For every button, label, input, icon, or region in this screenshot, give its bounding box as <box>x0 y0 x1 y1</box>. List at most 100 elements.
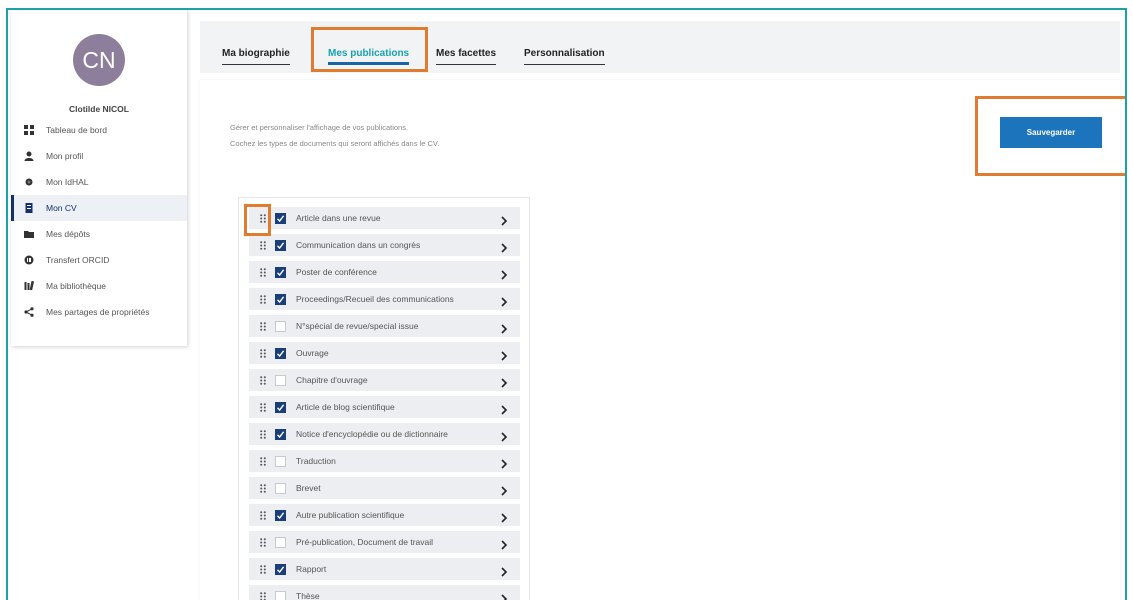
list-item[interactable]: Thèse <box>249 585 520 600</box>
sidebar-item-label: Ma bibliothèque <box>46 281 107 291</box>
drag-handle-icon[interactable] <box>258 375 268 385</box>
sidebar-item-cv[interactable]: Mon CV <box>11 195 187 221</box>
checkbox[interactable] <box>275 536 286 548</box>
sidebar-item-shares[interactable]: Mes partages de propriétés <box>11 299 187 325</box>
sidebar-item-label: Mon profil <box>46 151 84 161</box>
list-item[interactable]: Article de blog scientifique <box>249 396 520 418</box>
chevron-right-icon[interactable] <box>500 267 508 280</box>
sidebar-nav: Tableau de bord Mon profil Mon IdHAL Mon… <box>11 117 187 325</box>
chevron-right-icon[interactable] <box>500 375 508 388</box>
document-type-label: Ouvrage <box>296 348 329 358</box>
sidebar-item-label: Mon IdHAL <box>46 177 89 187</box>
sidebar-item-dashboard[interactable]: Tableau de bord <box>11 117 187 143</box>
chevron-right-icon[interactable] <box>500 402 508 415</box>
app-frame: CN Clotilde NICOL Tableau de bord Mon pr… <box>6 8 1127 600</box>
cv-icon <box>24 203 34 213</box>
chevron-right-icon[interactable] <box>500 348 508 361</box>
list-item[interactable]: Notice d'encyclopédie ou de dictionnaire <box>249 423 520 445</box>
list-item[interactable]: Poster de conférence <box>249 261 520 283</box>
sidebar: CN Clotilde NICOL Tableau de bord Mon pr… <box>11 10 187 346</box>
sidebar-item-label: Transfert ORCID <box>46 255 110 265</box>
checkbox[interactable] <box>275 482 286 494</box>
chevron-right-icon[interactable] <box>500 321 508 334</box>
drag-handle-icon[interactable] <box>258 537 268 547</box>
chevron-right-icon[interactable] <box>500 510 508 523</box>
list-item[interactable]: Pré-publication, Document de travail <box>249 531 520 553</box>
drag-handle-icon[interactable] <box>258 591 268 600</box>
checkbox[interactable] <box>275 212 286 224</box>
checkbox[interactable] <box>275 401 286 413</box>
chevron-right-icon[interactable] <box>500 483 508 496</box>
drag-handle-icon[interactable] <box>258 456 268 466</box>
checkbox[interactable] <box>275 293 286 305</box>
avatar[interactable]: CN <box>73 34 125 86</box>
list-item[interactable]: Chapitre d'ouvrage <box>249 369 520 391</box>
list-item[interactable]: N°spécial de revue/special issue <box>249 315 520 337</box>
list-item[interactable]: Autre publication scientifique <box>249 504 520 526</box>
checkbox[interactable] <box>275 563 286 575</box>
sidebar-item-deposits[interactable]: Mes dépôts <box>11 221 187 247</box>
sidebar-item-profile[interactable]: Mon profil <box>11 143 187 169</box>
checkbox[interactable] <box>275 455 286 467</box>
tab-facets[interactable]: Mes facettes <box>436 48 497 65</box>
checkbox[interactable] <box>275 320 286 332</box>
document-type-label: Pré-publication, Document de travail <box>296 537 434 547</box>
chevron-right-icon[interactable] <box>500 537 508 550</box>
chevron-right-icon[interactable] <box>500 591 508 600</box>
checkbox[interactable] <box>275 239 286 251</box>
main-content: Gérer et personnaliser l'affichage de vo… <box>200 80 1125 600</box>
drag-handle-icon[interactable] <box>258 294 268 304</box>
drag-handle-icon[interactable] <box>258 267 268 277</box>
list-item[interactable]: Rapport <box>249 558 520 580</box>
checkbox[interactable] <box>275 428 286 440</box>
sidebar-item-label: Mon CV <box>46 203 77 213</box>
sidebar-item-orcid[interactable]: Transfert ORCID <box>11 247 187 273</box>
drag-handle-icon[interactable] <box>258 348 268 358</box>
document-type-label: Notice d'encyclopédie ou de dictionnaire <box>296 429 448 439</box>
list-item[interactable]: Ouvrage <box>249 342 520 364</box>
chevron-right-icon[interactable] <box>500 240 508 253</box>
avatar-initials: CN <box>82 46 116 73</box>
drag-handle-icon[interactable] <box>258 429 268 439</box>
tab-personalization[interactable]: Personnalisation <box>524 48 605 65</box>
document-type-list: Article dans une revue Communication dans… <box>238 197 530 600</box>
drag-handle-icon[interactable] <box>258 240 268 250</box>
document-type-label: Chapitre d'ouvrage <box>296 375 368 385</box>
document-type-label: Proceedings/Recueil des communications <box>296 294 454 304</box>
intro-line: Gérer et personnaliser l'affichage de vo… <box>230 123 409 132</box>
drag-handle-icon[interactable] <box>258 564 268 574</box>
chevron-right-icon[interactable] <box>500 429 508 442</box>
tab-biography[interactable]: Ma biographie <box>222 48 290 65</box>
list-item[interactable]: Proceedings/Recueil des communications <box>249 288 520 310</box>
list-item[interactable]: Brevet <box>249 477 520 499</box>
drag-handle-icon[interactable] <box>258 321 268 331</box>
list-item[interactable]: Article dans une revue <box>249 207 520 229</box>
chevron-right-icon[interactable] <box>500 294 508 307</box>
list-item[interactable]: Traduction <box>249 450 520 472</box>
intro-line: Cochez les types de documents qui seront… <box>230 139 440 148</box>
chevron-right-icon[interactable] <box>500 564 508 577</box>
library-icon <box>24 281 34 291</box>
list-item[interactable]: Communication dans un congrès <box>249 234 520 256</box>
sidebar-item-library[interactable]: Ma bibliothèque <box>11 273 187 299</box>
checkbox[interactable] <box>275 347 286 359</box>
chevron-right-icon[interactable] <box>500 213 508 226</box>
sidebar-item-label: Mes dépôts <box>46 229 90 239</box>
drag-handle-icon[interactable] <box>258 402 268 412</box>
sidebar-item-idhal[interactable]: Mon IdHAL <box>11 169 187 195</box>
chevron-right-icon[interactable] <box>500 456 508 469</box>
folder-icon <box>24 229 34 239</box>
checkbox[interactable] <box>275 266 286 278</box>
document-type-label: Rapport <box>296 564 327 574</box>
checkbox[interactable] <box>275 590 286 600</box>
drag-handle-highlight-box <box>244 204 271 236</box>
document-type-label: N°spécial de revue/special issue <box>296 321 419 331</box>
checkbox[interactable] <box>275 374 286 386</box>
user-icon <box>24 151 34 161</box>
drag-handle-icon[interactable] <box>258 510 268 520</box>
orcid-icon <box>24 255 34 265</box>
drag-handle-icon[interactable] <box>258 483 268 493</box>
checkbox[interactable] <box>275 509 286 521</box>
document-type-label: Poster de conférence <box>296 267 377 277</box>
dashboard-icon <box>24 125 34 135</box>
